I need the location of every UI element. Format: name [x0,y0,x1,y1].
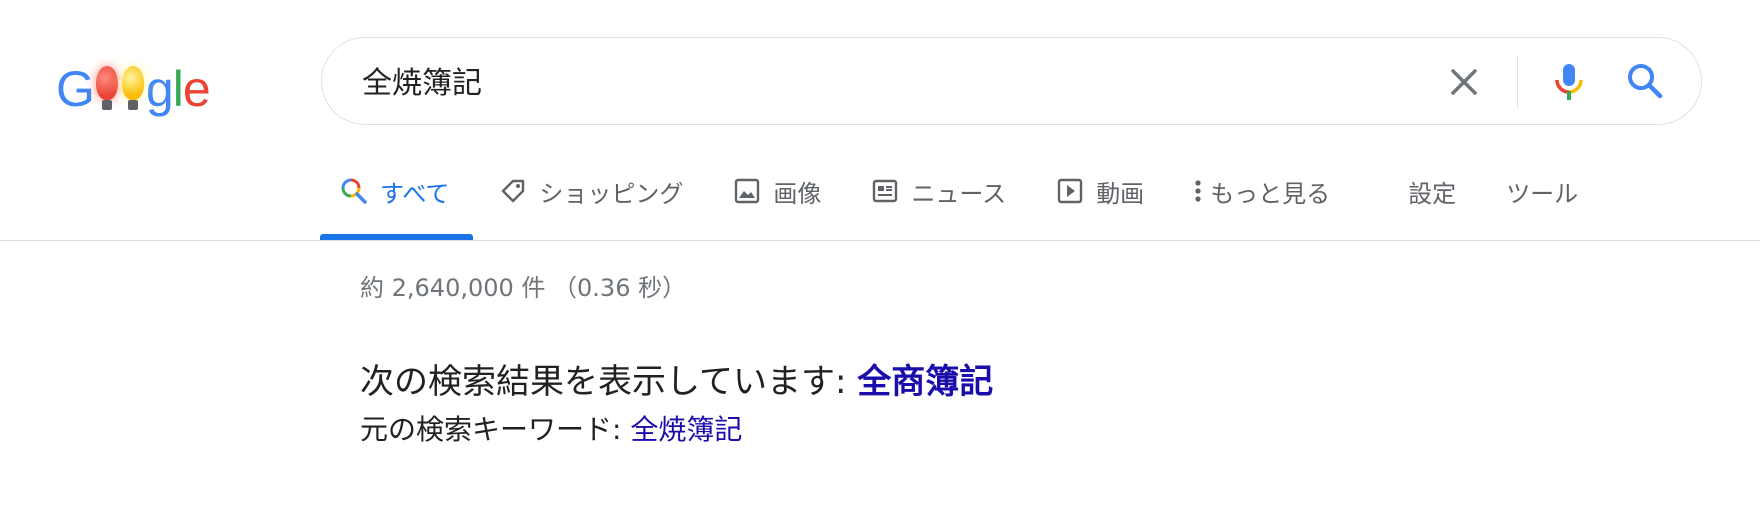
settings-label: 設定 [1408,179,1457,208]
original-query: 元の検索キーワード: 全焼簿記 [360,408,742,448]
tab-all[interactable]: すべて [319,160,474,240]
logo-letter-g: G [56,61,95,117]
tab-videos-label: 動画 [1096,179,1145,208]
corrected-query-link[interactable]: 全商簿記 [857,362,993,402]
header-divider [0,240,1760,241]
microphone-icon [1555,64,1583,100]
search-tabs: すべて ショッピング 画像 ニュース 動画 もっと見る 設定 ツール [319,160,1628,240]
search-box [321,37,1702,125]
tab-all-label: すべて [380,179,450,208]
image-icon [735,178,760,204]
yellow-bulb-icon [121,66,144,110]
news-icon [873,179,898,203]
logo-letter-g2: g [145,61,174,117]
logo-letter-l: l [172,61,184,117]
voice-search-button[interactable] [1546,58,1592,104]
tab-images[interactable]: 画像 [733,160,821,222]
tab-more-label: もっと見る [1210,179,1331,208]
google-logo[interactable]: G g l e [56,52,211,117]
tab-shopping-label: ショッピング [539,179,684,208]
tab-news-label: ニュース [911,179,1007,208]
tab-images-label: 画像 [773,179,822,208]
red-bulb-icon [95,66,118,110]
tools-label: ツール [1506,179,1579,208]
spelling-correction: 次の検索結果を表示しています: 全商簿記 [360,354,993,403]
search-icon [341,178,367,204]
play-icon [1057,178,1083,204]
tab-more[interactable]: もっと見る [1194,160,1330,222]
tag-icon [502,179,525,203]
tab-shopping[interactable]: ショッピング [499,160,683,222]
search-input[interactable] [362,62,1362,97]
tab-news[interactable]: ニュース [871,160,1006,222]
search-icon [1628,64,1663,99]
tab-videos[interactable]: 動画 [1056,160,1144,222]
original-prefix: 元の検索キーワード: [360,413,631,446]
tools-link[interactable]: ツール [1506,160,1578,222]
close-icon [1451,69,1477,95]
search-divider [1517,56,1518,108]
more-vert-icon [1195,180,1201,202]
original-query-link[interactable]: 全焼簿記 [630,413,742,446]
result-stats: 約 2,640,000 件 （0.36 秒） [360,274,687,302]
clear-button[interactable] [1442,60,1486,104]
logo-letter-e: e [182,61,211,117]
search-button[interactable] [1622,58,1668,104]
showing-prefix: 次の検索結果を表示しています: [360,362,858,402]
settings-link[interactable]: 設定 [1408,160,1456,222]
